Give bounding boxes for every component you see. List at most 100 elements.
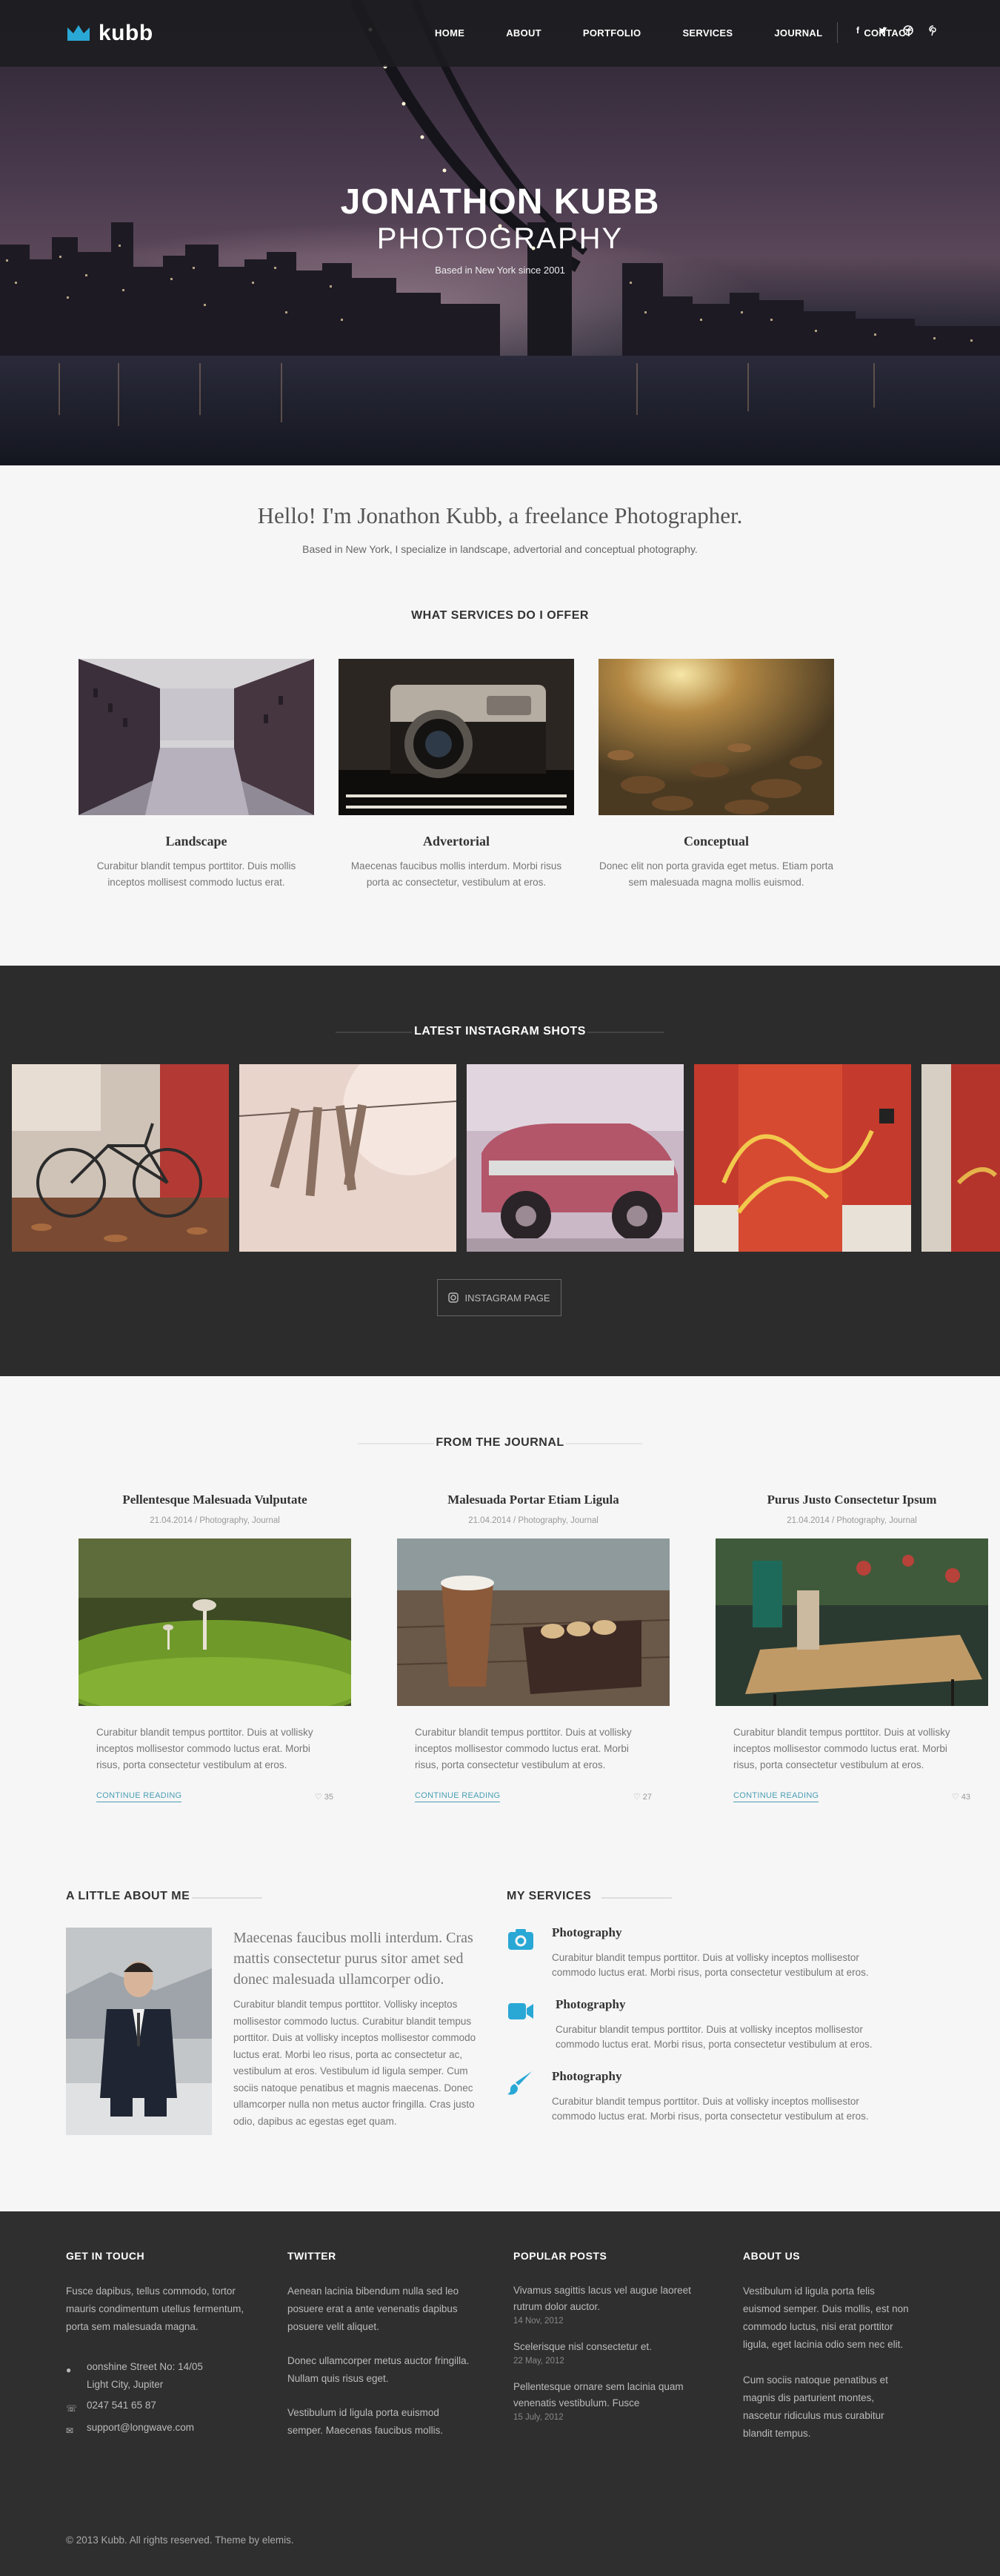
post-meta: 21.04.2014 / Photography, Journal	[468, 1516, 599, 1525]
about-portrait-image	[66, 1928, 212, 2135]
pinterest-icon[interactable]	[927, 24, 939, 36]
nav-services[interactable]: SERVICES	[682, 27, 733, 39]
footer-popular-posts: POPULAR POSTS Vivamus sagittis lacus vel…	[513, 2250, 695, 2435]
post-image[interactable]	[716, 1538, 988, 1706]
service-name: Conceptual	[683, 834, 749, 849]
email-address[interactable]: support@longwave.com	[87, 2422, 194, 2433]
post-image[interactable]	[44, 1538, 385, 1724]
journal-title: FROM THE JOURNAL	[436, 1436, 564, 1449]
service-desc: Curabitur blandit tempus porttitor. Duis…	[96, 860, 296, 888]
top-navigation: kubb HOME ABOUT PORTFOLIO SERVICES JOURN…	[0, 0, 1000, 67]
service-card-advertorial: Advertorial Maecenas faucibus mollis int…	[339, 659, 574, 891]
facebook-icon[interactable]: f	[852, 24, 864, 36]
about-text: Curabitur blandit tempus porttitor. Voll…	[233, 1999, 476, 2127]
advertorial-image[interactable]	[339, 659, 574, 815]
instagram-photo[interactable]	[239, 1064, 456, 1252]
post-title[interactable]: Purus Justo Consectetur Ipsum	[716, 1493, 988, 1507]
nav-divider	[837, 22, 838, 43]
heart-icon: ♡	[951, 1793, 961, 1802]
post-likes[interactable]: ♡ 43	[952, 1792, 970, 1802]
my-services-title: MY SERVICES	[507, 1890, 592, 1902]
instagram-button-label: INSTAGRAM PAGE	[464, 1292, 550, 1304]
title-decor-line	[192, 1897, 262, 1899]
intro-text: Based in New York, I specialize in lands…	[302, 543, 698, 555]
intro-heading: Hello! I'm Jonathon Kubb, a freelance Ph…	[257, 502, 743, 528]
popular-post-title[interactable]: Vivamus sagittis lacus vel augue laoreet…	[513, 2283, 695, 2315]
likes-count: 27	[642, 1793, 652, 1802]
journal-post: Purus Justo Consectetur Ipsum 21.04.2014…	[716, 1493, 988, 1802]
logo-text: kubb	[99, 21, 153, 45]
video-icon	[508, 2003, 533, 2019]
service-name: Advertorial	[423, 834, 490, 849]
post-footer: CONTINUE READING ♡ 35	[96, 1791, 333, 1802]
footer-about-text: Cum sociis natoque penatibus et magnis d…	[743, 2374, 888, 2439]
hero-subtitle: PHOTOGRAPHY	[376, 222, 624, 255]
post-excerpt: Curabitur blandit tempus porttitor. Duis…	[96, 1727, 313, 1770]
hero-title: JONATHON KUBB	[340, 182, 660, 222]
journal-post: Malesuada Portar Etiam Ligula 21.04.2014…	[396, 1493, 670, 1802]
about-lead: Maecenas faucibus molli interdum. Cras m…	[233, 1930, 473, 1988]
my-service-text: Curabitur blandit tempus porttitor. Duis…	[556, 2024, 873, 2050]
copyright: © 2013 Kubb. All rights reserved. Theme …	[66, 2534, 294, 2546]
hero-section: JONATHON KUBB PHOTOGRAPHY Based in New Y…	[0, 0, 1000, 465]
footer-about: ABOUT US Vestibulum id ligula porta feli…	[743, 2250, 913, 2443]
post-meta: 21.04.2014 / Photography, Journal	[787, 1516, 917, 1525]
likes-count: 35	[324, 1793, 333, 1802]
post-image[interactable]	[396, 1538, 670, 1706]
tweet: Donec ullamcorper metus auctor fringilla…	[287, 2355, 470, 2384]
address: ● oonshine Street No: 14/05 Light City, …	[66, 2358, 266, 2394]
logo[interactable]: kubb	[66, 21, 153, 46]
continue-reading-link[interactable]: CONTINUE READING	[96, 1791, 182, 1802]
footer-about-title: ABOUT US	[743, 2250, 801, 2262]
popular-post-date: 15 July, 2012	[513, 2413, 564, 2422]
popular-post[interactable]: Vivamus sagittis lacus vel augue laoreet…	[513, 2283, 695, 2326]
instagram-section: LATEST INSTAGRAM SHOTS INSTAGRAM PAGE	[0, 966, 1000, 1376]
post-title[interactable]: Malesuada Portar Etiam Ligula	[397, 1493, 670, 1507]
conceptual-image[interactable]	[599, 659, 834, 815]
my-service-title: Photography	[552, 1925, 622, 1939]
nav-portfolio[interactable]: PORTFOLIO	[583, 27, 641, 39]
journal-post: Pellentesque Malesuada Vulputate 21.04.2…	[44, 1493, 385, 1802]
tweet: Aenean lacinia bibendum nulla sed leo po…	[287, 2285, 459, 2332]
dribbble-icon[interactable]	[902, 24, 914, 36]
email[interactable]: ✉ support@longwave.com	[66, 2419, 266, 2437]
post-footer: CONTINUE READING ♡ 43	[733, 1791, 970, 1802]
service-card-landscape: Landscape Curabitur blandit tempus portt…	[79, 659, 314, 891]
phone-icon: ☏	[66, 2403, 78, 2414]
instagram-photo[interactable]	[12, 1064, 229, 1252]
my-service-item: Photography Curabitur blandit tempus por…	[507, 2069, 907, 2136]
popular-post[interactable]: Scelerisque nisl consectetur et. 22 May,…	[513, 2339, 695, 2366]
landscape-image[interactable]	[79, 659, 314, 815]
nav-home[interactable]: HOME	[435, 27, 464, 39]
phone-number: 0247 541 65 87	[87, 2400, 156, 2411]
twitter-icon[interactable]	[877, 24, 889, 36]
heart-icon: ♡	[314, 1793, 324, 1802]
post-likes[interactable]: ♡ 27	[633, 1792, 652, 1802]
instagram-page-button[interactable]: INSTAGRAM PAGE	[437, 1279, 561, 1316]
instagram-photo[interactable]	[921, 1064, 1000, 1252]
footer-twitter: TWITTER Aenean lacinia bibendum nulla se…	[287, 2250, 473, 2440]
popular-post-date: 14 Nov, 2012	[513, 2317, 564, 2326]
instagram-title: LATEST INSTAGRAM SHOTS	[414, 1025, 586, 1038]
address-line-2: Light City, Jupiter	[87, 2379, 164, 2390]
instagram-photo[interactable]	[694, 1064, 911, 1252]
popular-post-title[interactable]: Scelerisque nisl consectetur et.	[513, 2339, 695, 2355]
nav-journal[interactable]: JOURNAL	[774, 27, 822, 39]
my-service-item: Photography Curabitur blandit tempus por…	[507, 1997, 907, 2064]
continue-reading-link[interactable]: CONTINUE READING	[733, 1791, 819, 1802]
popular-post[interactable]: Pellentesque ornare sem lacinia quam ven…	[513, 2379, 695, 2422]
nav-about[interactable]: ABOUT	[506, 27, 541, 39]
popular-post-title[interactable]: Pellentesque ornare sem lacinia quam ven…	[513, 2379, 695, 2411]
post-title[interactable]: Pellentesque Malesuada Vulputate	[79, 1493, 351, 1507]
my-service-item: Photography Curabitur blandit tempus por…	[507, 1925, 907, 1992]
continue-reading-link[interactable]: CONTINUE READING	[415, 1791, 501, 1802]
post-likes[interactable]: ♡ 35	[315, 1792, 333, 1802]
popular-post-date: 22 May, 2012	[513, 2357, 564, 2366]
post-meta: 21.04.2014 / Photography, Journal	[150, 1516, 280, 1525]
my-service-title: Photography	[556, 1997, 626, 2011]
address-line-1: oonshine Street No: 14/05	[87, 2361, 203, 2372]
service-name: Landscape	[165, 834, 227, 849]
instagram-photo[interactable]	[467, 1064, 684, 1252]
location-icon: ●	[66, 2365, 72, 2375]
footer-contact: GET IN TOUCH Fusce dapibus, tellus commo…	[66, 2250, 266, 2437]
